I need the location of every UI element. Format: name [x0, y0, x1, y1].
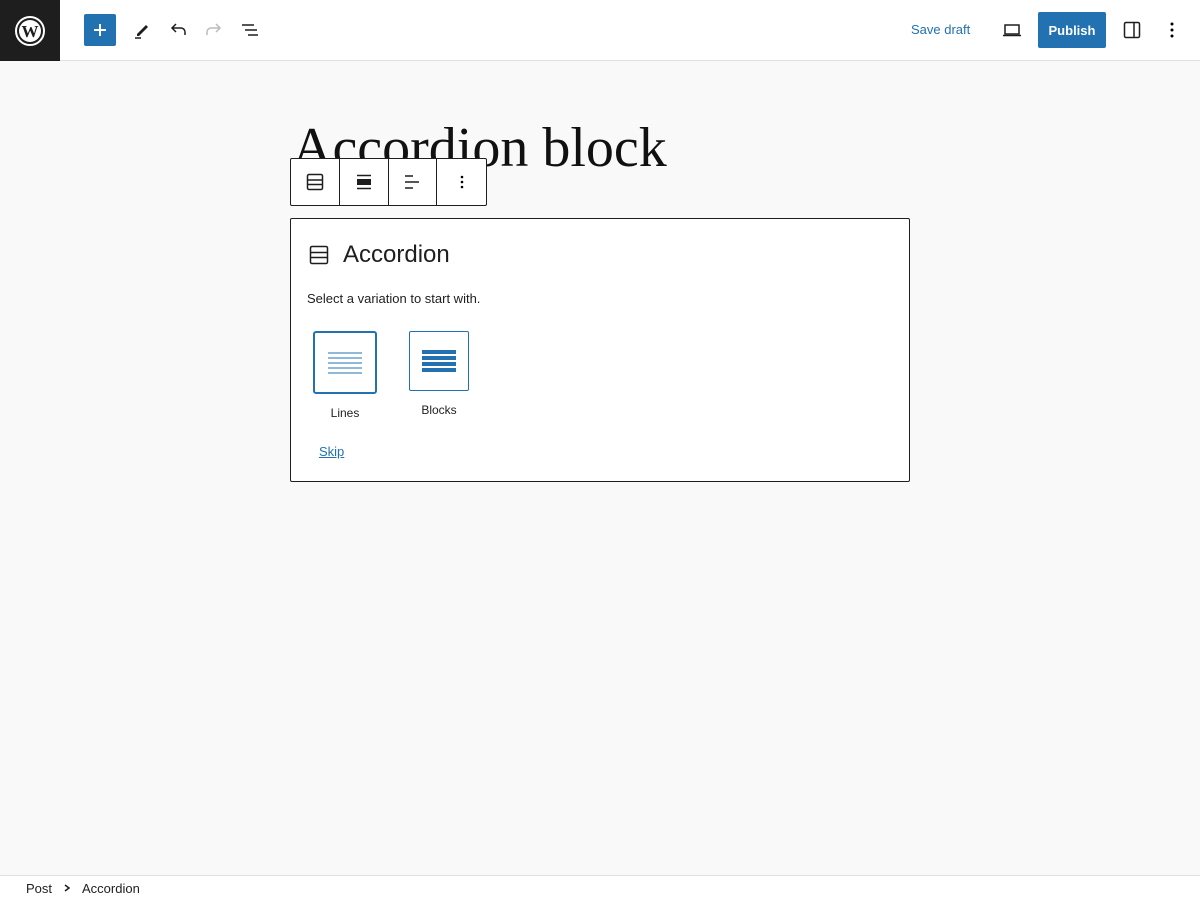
- variation-lines[interactable]: Lines: [313, 331, 377, 420]
- preview-button[interactable]: [996, 14, 1028, 46]
- save-draft-button[interactable]: Save draft: [905, 14, 976, 46]
- breadcrumb-item-post[interactable]: Post: [26, 881, 52, 896]
- options-button[interactable]: [1156, 14, 1188, 46]
- document-overview-button[interactable]: [234, 14, 266, 46]
- more-vertical-icon: [460, 175, 463, 189]
- tools-button[interactable]: [126, 14, 158, 46]
- breadcrumb-item-accordion[interactable]: Accordion: [82, 881, 140, 896]
- placeholder-instructions: Select a variation to start with.: [307, 291, 481, 306]
- align-button[interactable]: [340, 159, 389, 205]
- more-vertical-icon: [1170, 22, 1174, 38]
- skip-link[interactable]: Skip: [319, 444, 344, 459]
- pencil-icon: [135, 25, 148, 39]
- undo-button[interactable]: [162, 14, 194, 46]
- block-type-button[interactable]: [291, 159, 340, 205]
- plus-icon: [94, 24, 106, 36]
- blocks-variation-icon: [409, 331, 469, 391]
- undo-icon: [170, 23, 186, 35]
- list-view-icon: [242, 24, 258, 36]
- align-wide-icon: [356, 174, 371, 190]
- svg-text:W: W: [22, 22, 39, 41]
- sidebar-icon: [1123, 21, 1141, 39]
- add-block-button[interactable]: [84, 14, 116, 46]
- redo-icon: [206, 23, 222, 35]
- variation-label: Lines: [330, 406, 360, 420]
- accordion-placeholder: Accordion Select a variation to start wi…: [290, 218, 910, 482]
- chevron-right-icon: [64, 884, 71, 892]
- redo-button[interactable]: [198, 14, 230, 46]
- wordpress-logo-button[interactable]: W: [0, 0, 60, 61]
- accordion-icon: [309, 245, 329, 265]
- settings-button[interactable]: [1116, 14, 1148, 46]
- variation-label: Blocks: [421, 403, 457, 417]
- accordion-icon: [306, 173, 324, 191]
- text-align-button[interactable]: [389, 159, 438, 205]
- publish-button[interactable]: Publish: [1038, 12, 1106, 48]
- variation-blocks[interactable]: Blocks: [409, 331, 469, 417]
- placeholder-title: Accordion: [343, 241, 450, 268]
- block-options-button[interactable]: [437, 159, 486, 205]
- editor-header: W Save draft Publish: [0, 0, 1200, 61]
- breadcrumb: Post Accordion: [0, 875, 1200, 900]
- wordpress-icon: W: [15, 15, 45, 46]
- align-left-icon: [405, 175, 420, 189]
- lines-variation-icon: [313, 331, 377, 394]
- block-toolbar: [290, 158, 487, 206]
- laptop-icon: [1003, 24, 1021, 37]
